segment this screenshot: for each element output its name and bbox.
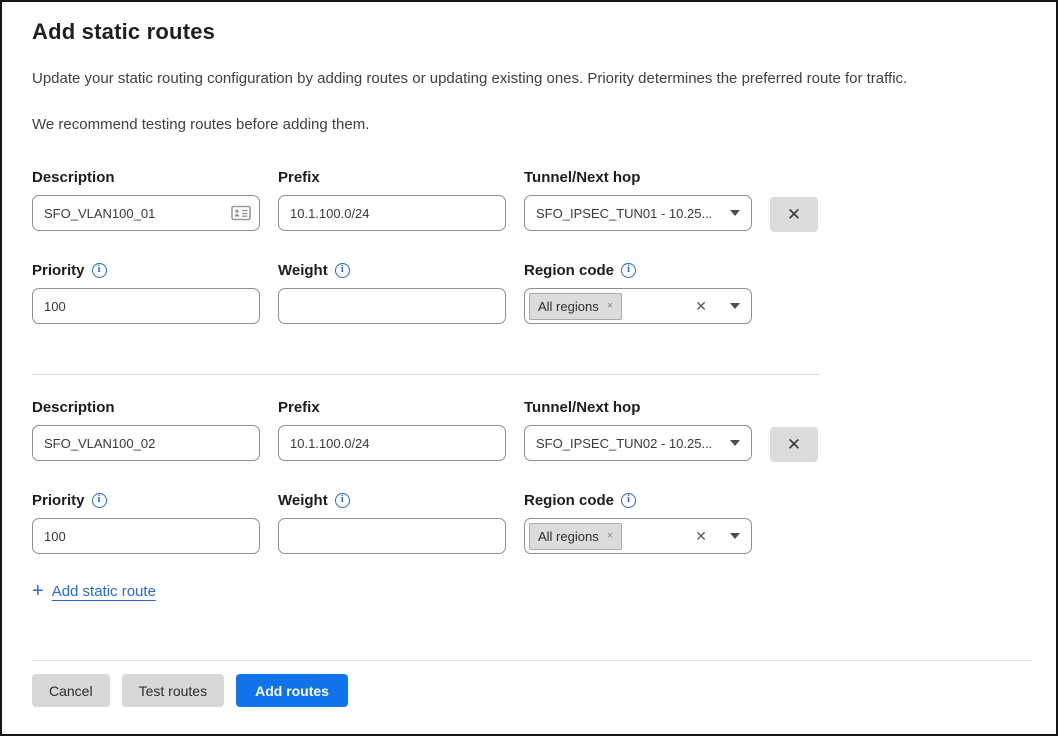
priority-label: Priority xyxy=(32,492,85,509)
priority-input[interactable] xyxy=(32,518,260,554)
description-field-1: Description xyxy=(32,169,260,231)
region-code-select[interactable]: All regions × ✕ xyxy=(524,518,752,554)
weight-field-2: Weight i xyxy=(278,492,506,554)
info-icon[interactable]: i xyxy=(335,263,350,278)
priority-input[interactable] xyxy=(32,288,260,324)
description-label: Description xyxy=(32,399,260,416)
tunnel-selected-value: SFO_IPSEC_TUN02 - 10.25... xyxy=(536,436,722,451)
tunnel-label: Tunnel/Next hop xyxy=(524,399,752,416)
description-input[interactable] xyxy=(32,425,260,461)
prefix-field-1: Prefix xyxy=(278,169,506,231)
tunnel-select[interactable]: SFO_IPSEC_TUN02 - 10.25... xyxy=(524,425,752,461)
tunnel-label: Tunnel/Next hop xyxy=(524,169,752,186)
dialog-subtitle: Update your static routing configuration… xyxy=(32,70,1026,87)
prefix-label: Prefix xyxy=(278,399,506,416)
priority-field-2: Priority i xyxy=(32,492,260,554)
plus-icon: + xyxy=(32,581,44,601)
tunnel-field-1: Tunnel/Next hop SFO_IPSEC_TUN01 - 10.25.… xyxy=(524,169,752,231)
dialog-footer: Cancel Test routes Add routes xyxy=(32,660,1033,734)
add-routes-button[interactable]: Add routes xyxy=(236,674,348,707)
description-field-2: Description xyxy=(32,399,260,461)
tunnel-field-2: Tunnel/Next hop SFO_IPSEC_TUN02 - 10.25.… xyxy=(524,399,752,461)
chevron-down-icon xyxy=(730,440,740,446)
region-tag: All regions × xyxy=(529,293,622,320)
region-code-select[interactable]: All regions × ✕ xyxy=(524,288,752,324)
prefix-input[interactable] xyxy=(278,425,506,461)
route-divider xyxy=(32,374,820,375)
prefix-field-2: Prefix xyxy=(278,399,506,461)
chevron-down-icon xyxy=(730,210,740,216)
priority-label: Priority xyxy=(32,262,85,279)
add-static-routes-dialog: Add static routes Update your static rou… xyxy=(0,0,1058,736)
remove-route-button[interactable]: ✕ xyxy=(770,427,818,462)
chevron-down-icon xyxy=(730,303,740,309)
priority-field-1: Priority i xyxy=(32,262,260,324)
region-tag: All regions × xyxy=(529,523,622,550)
description-input[interactable] xyxy=(32,195,260,231)
info-icon[interactable]: i xyxy=(92,493,107,508)
info-icon[interactable]: i xyxy=(621,493,636,508)
weight-field-1: Weight i xyxy=(278,262,506,324)
add-static-route-link[interactable]: Add static route xyxy=(52,583,156,600)
page-title: Add static routes xyxy=(32,19,1026,45)
info-icon[interactable]: i xyxy=(92,263,107,278)
region-label: Region code xyxy=(524,262,614,279)
cancel-button[interactable]: Cancel xyxy=(32,674,110,707)
clear-selection-icon[interactable]: ✕ xyxy=(695,299,707,313)
weight-input[interactable] xyxy=(278,288,506,324)
prefix-input[interactable] xyxy=(278,195,506,231)
description-label: Description xyxy=(32,169,260,186)
remove-tag-icon[interactable]: × xyxy=(607,531,613,542)
weight-label: Weight xyxy=(278,492,328,509)
region-field-2: Region code i All regions × ✕ xyxy=(524,492,752,554)
test-routes-button[interactable]: Test routes xyxy=(122,674,224,707)
dialog-note: We recommend testing routes before addin… xyxy=(32,116,1026,133)
chevron-down-icon xyxy=(730,533,740,539)
weight-input[interactable] xyxy=(278,518,506,554)
region-tag-label: All regions xyxy=(538,529,599,544)
prefix-label: Prefix xyxy=(278,169,506,186)
weight-label: Weight xyxy=(278,262,328,279)
region-label: Region code xyxy=(524,492,614,509)
region-tag-label: All regions xyxy=(538,299,599,314)
clear-selection-icon[interactable]: ✕ xyxy=(695,529,707,543)
tunnel-select[interactable]: SFO_IPSEC_TUN01 - 10.25... xyxy=(524,195,752,231)
tunnel-selected-value: SFO_IPSEC_TUN01 - 10.25... xyxy=(536,206,722,221)
remove-route-button[interactable]: ✕ xyxy=(770,197,818,232)
remove-tag-icon[interactable]: × xyxy=(607,301,613,312)
route-group-1: Description xyxy=(32,169,1026,324)
route-group-2: Description Prefix Tunnel/Next hop SFO_I… xyxy=(32,399,1026,554)
info-icon[interactable]: i xyxy=(621,263,636,278)
info-icon[interactable]: i xyxy=(335,493,350,508)
region-field-1: Region code i All regions × ✕ xyxy=(524,262,752,324)
